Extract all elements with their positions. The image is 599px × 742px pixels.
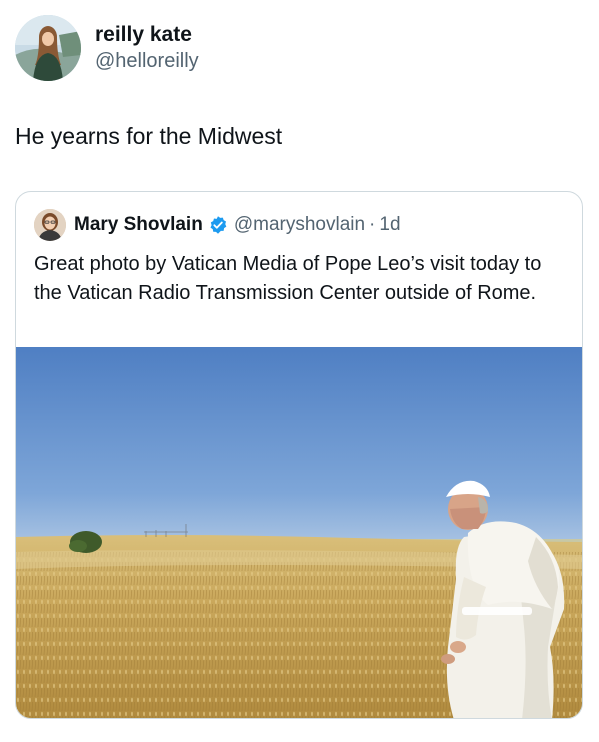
- quoted-avatar[interactable]: [34, 209, 66, 241]
- display-name[interactable]: reilly kate: [95, 22, 199, 48]
- user-block: reilly kate @helloreilly: [95, 22, 199, 74]
- user-handle[interactable]: @helloreilly: [95, 48, 199, 74]
- quoted-display-name[interactable]: Mary Shovlain: [74, 214, 203, 236]
- quoted-tweet-text: Great photo by Vatican Media of Pope Leo…: [34, 253, 542, 304]
- tweet-text: He yearns for the Midwest: [15, 123, 283, 149]
- profile-photo-woman-icon: [15, 15, 81, 81]
- quoted-tweet-header: Mary Shovlain @maryshovlain · 1d: [34, 208, 401, 242]
- quoted-timestamp[interactable]: 1d: [379, 214, 400, 236]
- quoted-tweet-photo[interactable]: [16, 347, 582, 718]
- separator-dot: ·: [369, 214, 376, 235]
- verified-badge-icon: [208, 215, 228, 235]
- quoted-tweet-card[interactable]: Mary Shovlain @maryshovlain · 1d Great p…: [15, 191, 583, 719]
- photo-pope-in-wheat-field: [16, 347, 582, 718]
- avatar[interactable]: [15, 15, 81, 81]
- quoted-user-handle[interactable]: @maryshovlain: [234, 214, 365, 236]
- tweet-header: reilly kate @helloreilly: [15, 15, 199, 81]
- profile-photo-woman-icon: [34, 209, 66, 241]
